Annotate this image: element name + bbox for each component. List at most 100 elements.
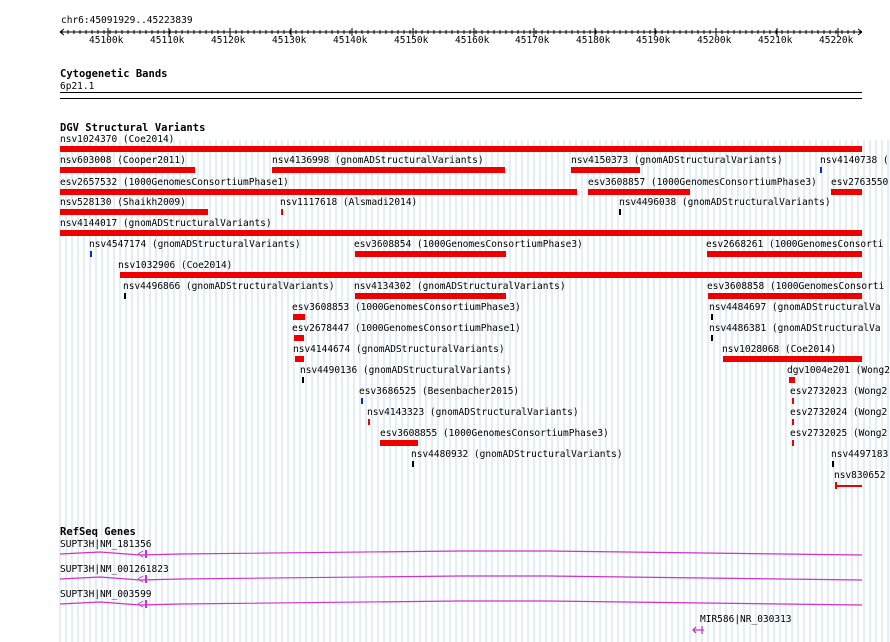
variant-label: nsv4490136 (gnomADStructuralVariants)	[300, 365, 512, 376]
ruler-tick-label: 45220k	[819, 35, 854, 46]
variant-label: nsv4496038 (gnomADStructuralVariants)	[619, 197, 831, 208]
variant-feature[interactable]	[792, 419, 794, 425]
variant-feature[interactable]	[571, 167, 640, 173]
ruler-tick-label: 45210k	[758, 35, 793, 46]
variant-label: esv2732025 (Wong2	[790, 428, 888, 439]
ruler-tick-label: 45170k	[515, 35, 550, 46]
variant-label: esv3686525 (Besenbacher2015)	[359, 386, 520, 397]
gene-transcript[interactable]	[59, 550, 863, 556]
variant-feature[interactable]	[60, 167, 195, 173]
variant-feature[interactable]	[60, 230, 862, 236]
variant-label: esv3608855 (1000GenomesConsortiumPhase3)	[380, 428, 609, 439]
variant-feature[interactable]	[293, 314, 305, 320]
variant-feature[interactable]	[60, 209, 208, 215]
ruler-tick-label: 45180k	[576, 35, 611, 46]
cytoband-track-line-top	[60, 92, 862, 93]
ruler-tick-label: 45160k	[455, 35, 490, 46]
variant-label: esv2732023 (Wong2	[790, 386, 888, 397]
variant-label: nsv830652	[834, 470, 886, 481]
variant-label: nsv1028068 (Coe2014)	[722, 344, 837, 355]
refseq-track-title: RefSeq Genes	[60, 526, 136, 538]
variant-feature[interactable]	[124, 293, 126, 299]
variant-feature[interactable]	[832, 461, 834, 467]
ruler-tick-label: 45140k	[333, 35, 368, 46]
variant-label: nsv4144674 (gnomADStructuralVariants)	[293, 344, 505, 355]
ruler-tick-label: 45130k	[272, 35, 307, 46]
strand-arrow-icon	[137, 550, 144, 558]
strand-arrow-icon	[137, 575, 144, 583]
ruler-track[interactable]	[0, 25, 890, 39]
variant-feature[interactable]	[792, 440, 794, 446]
variant-label: nsv1117618 (Alsmadi2014)	[280, 197, 418, 208]
variant-label: esv2657532 (1000GenomesConsortiumPhase1)	[60, 177, 289, 188]
ruler-tick-label: 45150k	[394, 35, 429, 46]
variant-label: nsv4547174 (gnomADStructuralVariants)	[89, 239, 301, 250]
variant-feature[interactable]	[412, 461, 414, 467]
cytoband-track-title: Cytogenetic Bands	[60, 68, 168, 80]
variant-feature[interactable]	[60, 189, 577, 195]
variant-feature[interactable]	[281, 209, 283, 215]
cytoband-label: 6p21.1	[60, 81, 95, 92]
variant-label: nsv528130 (Shaikh2009)	[60, 197, 186, 208]
variant-label: esv3608857 (1000GenomesConsortiumPhase3)	[588, 177, 817, 188]
ruler-tick-label: 45110k	[150, 35, 185, 46]
variant-label: nsv1032906 (Coe2014)	[118, 260, 233, 271]
variant-feature[interactable]	[711, 314, 713, 320]
mir586-feature[interactable]	[692, 626, 704, 634]
variant-feature[interactable]	[302, 377, 304, 383]
variant-label: nsv1024370 (Coe2014)	[60, 134, 175, 145]
dgv-track-title: DGV Structural Variants	[60, 122, 206, 134]
ruler-tick-label: 45120k	[211, 35, 246, 46]
variant-label: esv2732024 (Wong2	[790, 407, 888, 418]
variant-label: nsv4496866 (gnomADStructuralVariants)	[123, 281, 335, 292]
variant-feature[interactable]	[707, 251, 862, 257]
variant-label: nsv4150373 (gnomADStructuralVariants)	[571, 155, 783, 166]
variant-feature[interactable]	[835, 485, 862, 487]
variant-feature[interactable]	[792, 398, 794, 404]
variant-feature[interactable]	[380, 440, 418, 446]
ruler-tick-label: 45200k	[697, 35, 732, 46]
variant-label: nsv4144017 (gnomADStructuralVariants)	[60, 218, 272, 229]
variant-label: nsv4140738 (	[820, 155, 889, 166]
variant-label: nsv603008 (Cooper2011)	[60, 155, 186, 166]
variant-feature[interactable]	[789, 377, 795, 383]
variant-feature[interactable]	[619, 209, 621, 215]
variant-label: nsv4134302 (gnomADStructuralVariants)	[354, 281, 566, 292]
variant-feature[interactable]	[831, 189, 862, 195]
variant-feature[interactable]	[820, 167, 822, 173]
gene-transcript[interactable]	[59, 600, 863, 606]
cytoband-track-line-bottom	[60, 98, 862, 99]
variant-label: dgv1004e201 (Wong2	[787, 365, 890, 376]
variant-label: esv2678447 (1000GenomesConsortiumPhase1)	[292, 323, 521, 334]
refseq-gene-track	[59, 550, 863, 634]
variant-label: esv2668261 (1000GenomesConsorti	[706, 239, 884, 250]
variant-label: esv3608853 (1000GenomesConsortiumPhase3)	[292, 302, 521, 313]
variant-feature[interactable]	[711, 335, 713, 341]
variant-feature[interactable]	[355, 293, 506, 299]
variant-feature[interactable]	[708, 293, 862, 299]
variant-label: nsv4484697 (gnomADStructuralVa	[709, 302, 881, 313]
variant-label: nsv4497183	[831, 449, 889, 460]
ruler-tick-label: 45100k	[89, 35, 124, 46]
variant-feature[interactable]	[355, 251, 506, 257]
variant-feature[interactable]	[90, 251, 92, 257]
variant-feature[interactable]	[294, 335, 304, 341]
variant-feature[interactable]	[295, 356, 304, 362]
variant-feature[interactable]	[361, 398, 363, 404]
variant-label: esv2763550	[831, 177, 889, 188]
variant-label: nsv4143323 (gnomADStructuralVariants)	[367, 407, 579, 418]
gene-transcript[interactable]	[59, 575, 863, 581]
ruler-tick-label: 45190k	[636, 35, 671, 46]
variant-feature[interactable]	[723, 356, 862, 362]
strand-arrow-icon	[137, 600, 144, 608]
variant-feature[interactable]	[368, 419, 370, 425]
variant-label: nsv4480932 (gnomADStructuralVariants)	[411, 449, 623, 460]
variant-feature[interactable]	[588, 189, 690, 195]
variant-label: esv3608854 (1000GenomesConsortiumPhase3)	[354, 239, 583, 250]
variant-feature[interactable]	[120, 272, 862, 278]
variant-feature[interactable]	[272, 167, 505, 173]
variant-feature[interactable]	[60, 146, 862, 152]
variant-label: nsv4486381 (gnomADStructuralVa	[709, 323, 881, 334]
variant-label: esv3608858 (1000GenomesConsorti	[707, 281, 885, 292]
variant-label: nsv4136998 (gnomADStructuralVariants)	[272, 155, 484, 166]
